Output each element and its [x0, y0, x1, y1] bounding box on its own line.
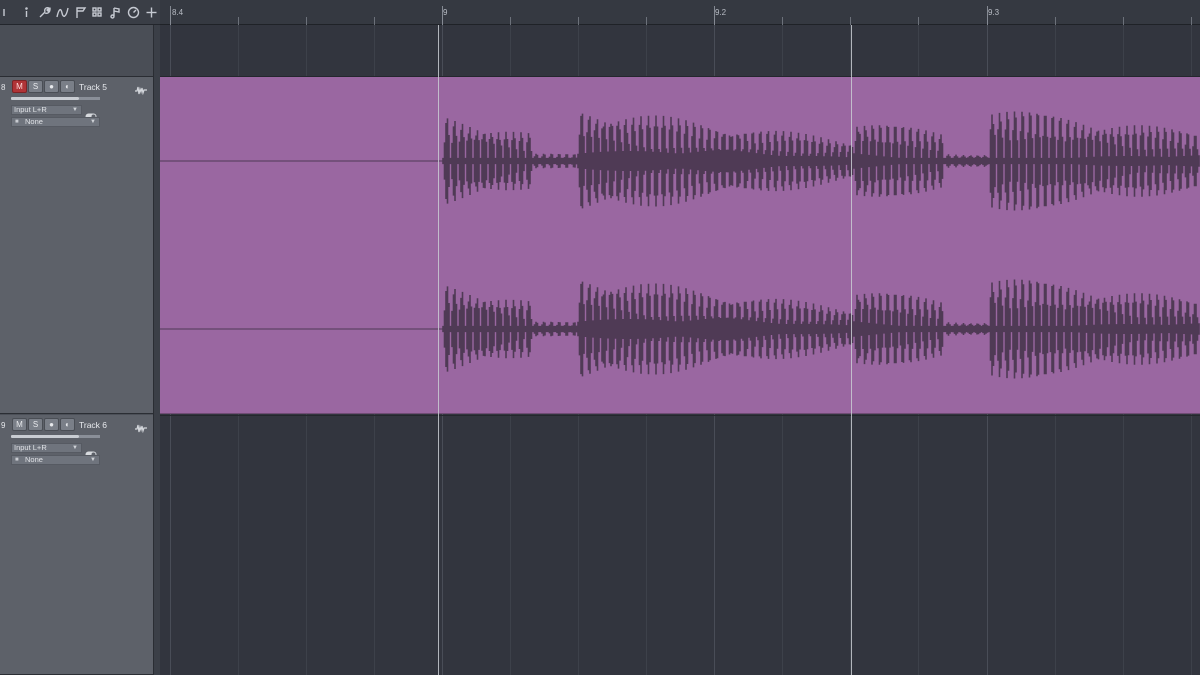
ruler-tick	[782, 17, 783, 25]
toggle-icon[interactable]	[85, 107, 97, 120]
ruler-label: 9.3	[988, 8, 1000, 17]
track-number: 9	[1, 421, 6, 430]
track-name[interactable]: Track 6	[79, 420, 107, 430]
audio-clip[interactable]	[160, 77, 1200, 414]
ruler-tick	[238, 17, 239, 25]
record-arm-button[interactable]: ●	[44, 80, 59, 93]
solo-button[interactable]: S	[28, 418, 43, 431]
chevron-down-icon: ▼	[90, 457, 96, 463]
output-icon: ■	[15, 119, 19, 125]
volume-fader[interactable]	[11, 435, 79, 438]
input-select[interactable]: Input L+R ▼	[11, 105, 82, 115]
flag-icon[interactable]	[71, 2, 89, 22]
curve-icon[interactable]	[53, 2, 71, 22]
ruler-tick	[170, 6, 171, 25]
ruler-label: 8.4	[172, 8, 184, 17]
ruler-label: 9.2	[715, 8, 727, 17]
track-name[interactable]: Track 5	[79, 82, 107, 92]
output-select[interactable]: ■ None ▼	[11, 455, 100, 465]
menu-icon[interactable]	[0, 2, 18, 22]
chevron-down-icon: ▼	[72, 107, 78, 113]
solo-button[interactable]: S	[28, 80, 43, 93]
track-headers: 8 M S ● ◐ Track 5 Input L+R ▼ ■ None ▼ 9…	[0, 25, 153, 675]
wrench-icon[interactable]	[36, 2, 54, 22]
volume-fader-handle[interactable]	[79, 97, 100, 100]
monitor-button[interactable]: ◐	[60, 80, 75, 93]
ruler-tick	[646, 17, 647, 25]
volume-fader[interactable]	[11, 97, 79, 100]
clock-icon[interactable]	[124, 2, 142, 22]
track-header-track-6[interactable]: 9 M S ● ◐ Track 6 Input L+R ▼ ■ None ▼	[0, 415, 153, 675]
header-splitter[interactable]	[153, 25, 160, 675]
output-select-value: None	[25, 117, 43, 126]
waveform-icon[interactable]	[135, 420, 147, 434]
audio-waveform	[160, 111, 1200, 379]
ruler-tick	[987, 6, 988, 25]
output-select-value: None	[25, 455, 43, 464]
chevron-down-icon: ▼	[90, 119, 96, 125]
ruler-tick	[510, 17, 511, 25]
mute-button[interactable]: M	[12, 418, 27, 431]
ruler-tick	[1123, 17, 1124, 25]
input-select[interactable]: Input L+R ▼	[11, 443, 82, 453]
track-number: 8	[1, 83, 6, 92]
music-note-icon[interactable]	[107, 2, 125, 22]
chevron-down-icon: ▼	[72, 445, 78, 451]
track-header-empty	[0, 25, 153, 77]
ruler-tick	[918, 17, 919, 25]
output-icon: ■	[15, 457, 19, 463]
output-select[interactable]: ■ None ▼	[11, 117, 100, 127]
ruler-tick	[850, 17, 851, 25]
ruler-tick	[578, 17, 579, 25]
ruler-tick	[306, 17, 307, 25]
add-icon[interactable]	[142, 2, 160, 22]
record-arm-button[interactable]: ●	[44, 418, 59, 431]
track-divider	[160, 415, 1200, 416]
ruler-label: 9	[443, 8, 448, 17]
ruler-tick	[714, 6, 715, 25]
volume-fader-handle[interactable]	[79, 435, 100, 438]
grid-icon[interactable]	[89, 2, 107, 22]
toolbar	[0, 0, 160, 25]
ruler-tick	[442, 6, 443, 25]
input-select-value: Input L+R	[14, 443, 47, 452]
timeline-ruler[interactable]: 8.4 9 9.2 9.3	[160, 0, 1200, 25]
playback-cursor[interactable]	[438, 25, 439, 675]
ruler-tick	[1055, 17, 1056, 25]
info-icon[interactable]	[18, 2, 36, 22]
waveform-icon[interactable]	[135, 82, 147, 96]
ruler-tick	[1191, 17, 1192, 25]
monitor-button[interactable]: ◐	[60, 418, 75, 431]
mute-button[interactable]: M	[12, 80, 27, 93]
input-select-value: Input L+R	[14, 105, 47, 114]
ruler-tick	[374, 17, 375, 25]
arrangement-view[interactable]	[160, 25, 1200, 675]
loop-marker-line[interactable]	[851, 25, 852, 675]
track-header-track-5[interactable]: 8 M S ● ◐ Track 5 Input L+R ▼ ■ None ▼	[0, 77, 153, 414]
toggle-icon[interactable]	[85, 445, 97, 458]
